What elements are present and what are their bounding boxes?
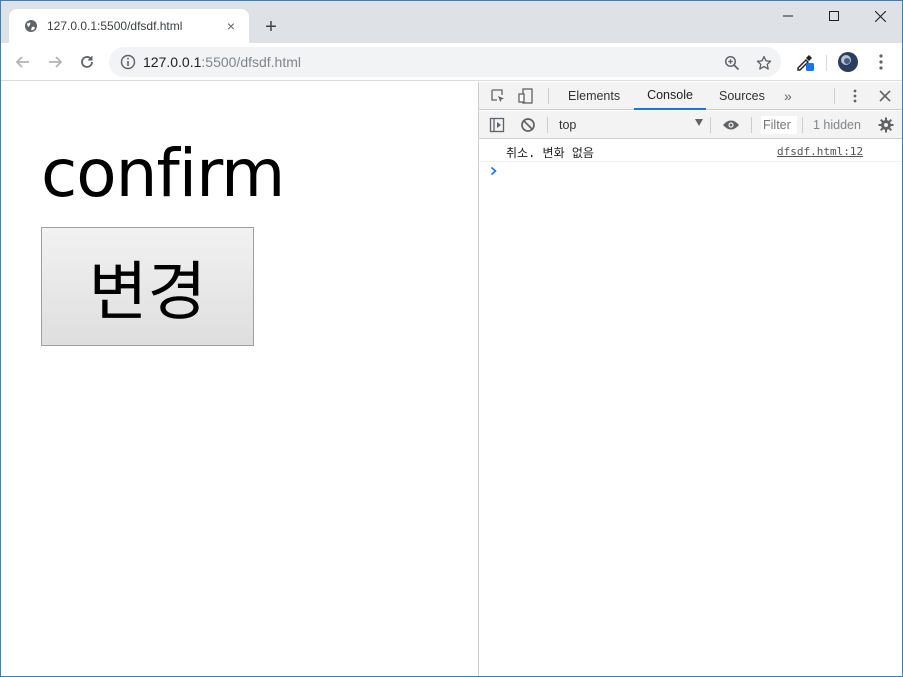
reload-icon[interactable]: [73, 48, 101, 76]
tab-strip: 127.0.0.1:5500/dfsdf.html × +: [1, 1, 902, 43]
page-viewport: confirm 변경: [1, 82, 478, 676]
tab-elements[interactable]: Elements: [568, 82, 620, 110]
tab-title: 127.0.0.1:5500/dfsdf.html: [47, 19, 183, 33]
console-toolbar: top Filter 1 hidden: [479, 111, 902, 139]
device-toolbar-icon[interactable]: [514, 84, 538, 108]
toolbar-separator: [802, 117, 803, 133]
tab-separator: [834, 88, 835, 104]
clear-console-icon[interactable]: [516, 113, 540, 137]
tab-sources[interactable]: Sources: [719, 82, 765, 110]
url-text[interactable]: 127.0.0.1:5500/dfsdf.html: [143, 54, 301, 70]
browser-window: 127.0.0.1:5500/dfsdf.html × + 127.0.0.1:…: [0, 0, 903, 677]
hidden-messages-count: 1 hidden: [813, 118, 861, 132]
tab-close-icon[interactable]: ×: [223, 18, 239, 34]
inspect-element-icon[interactable]: [486, 84, 510, 108]
back-arrow-icon[interactable]: [9, 48, 37, 76]
context-value: top: [559, 118, 577, 132]
console-source-link[interactable]: dfsdf.html:12: [777, 145, 863, 158]
url-path: :5500/dfsdf.html: [201, 54, 302, 70]
console-message-text: 취소. 변화 없음: [506, 146, 594, 160]
browser-toolbar: 127.0.0.1:5500/dfsdf.html: [1, 43, 902, 81]
toolbar-separator: [710, 117, 711, 133]
devtools-panel: Elements Console Sources » top Filter 1 …: [478, 82, 902, 676]
minimize-icon[interactable]: [765, 1, 811, 31]
globe-icon: [23, 18, 39, 34]
window-close-icon[interactable]: [857, 1, 902, 31]
profile-avatar-icon[interactable]: [836, 50, 860, 74]
chevron-down-icon: [695, 119, 703, 126]
devtools-close-icon[interactable]: [873, 84, 897, 108]
toolbar-separator: [826, 55, 827, 71]
zoom-icon[interactable]: [721, 52, 743, 74]
devtools-tabbar: Elements Console Sources »: [479, 82, 902, 110]
context-selector[interactable]: top: [559, 115, 705, 135]
console-message: 취소. 변화 없음 dfsdf.html:12: [479, 140, 902, 162]
browser-tab[interactable]: 127.0.0.1:5500/dfsdf.html ×: [9, 9, 249, 43]
toolbar-separator: [547, 117, 548, 133]
tab-separator: [548, 88, 549, 104]
devtools-menu-icon[interactable]: [843, 84, 867, 108]
kebab-menu-icon[interactable]: [869, 50, 893, 74]
info-icon[interactable]: [119, 53, 137, 71]
maximize-icon[interactable]: [811, 1, 857, 31]
toolbar-separator: [751, 117, 752, 133]
console-prompt-chevron-icon[interactable]: [488, 164, 500, 178]
change-button[interactable]: 변경: [41, 227, 254, 346]
more-tabs-icon[interactable]: »: [784, 82, 792, 110]
bookmark-star-icon[interactable]: [753, 52, 775, 74]
new-tab-button[interactable]: +: [259, 15, 283, 39]
settings-gear-icon[interactable]: [874, 113, 898, 137]
forward-arrow-icon[interactable]: [41, 48, 69, 76]
live-expression-eye-icon[interactable]: [719, 113, 743, 137]
eyedropper-extension-icon[interactable]: [793, 50, 817, 74]
show-sidebar-icon[interactable]: [485, 113, 509, 137]
tab-console[interactable]: Console: [634, 82, 706, 110]
url-host: 127.0.0.1: [143, 54, 202, 70]
page-heading: confirm: [41, 135, 285, 212]
address-bar[interactable]: 127.0.0.1:5500/dfsdf.html: [109, 47, 781, 77]
filter-input[interactable]: Filter: [761, 116, 797, 134]
